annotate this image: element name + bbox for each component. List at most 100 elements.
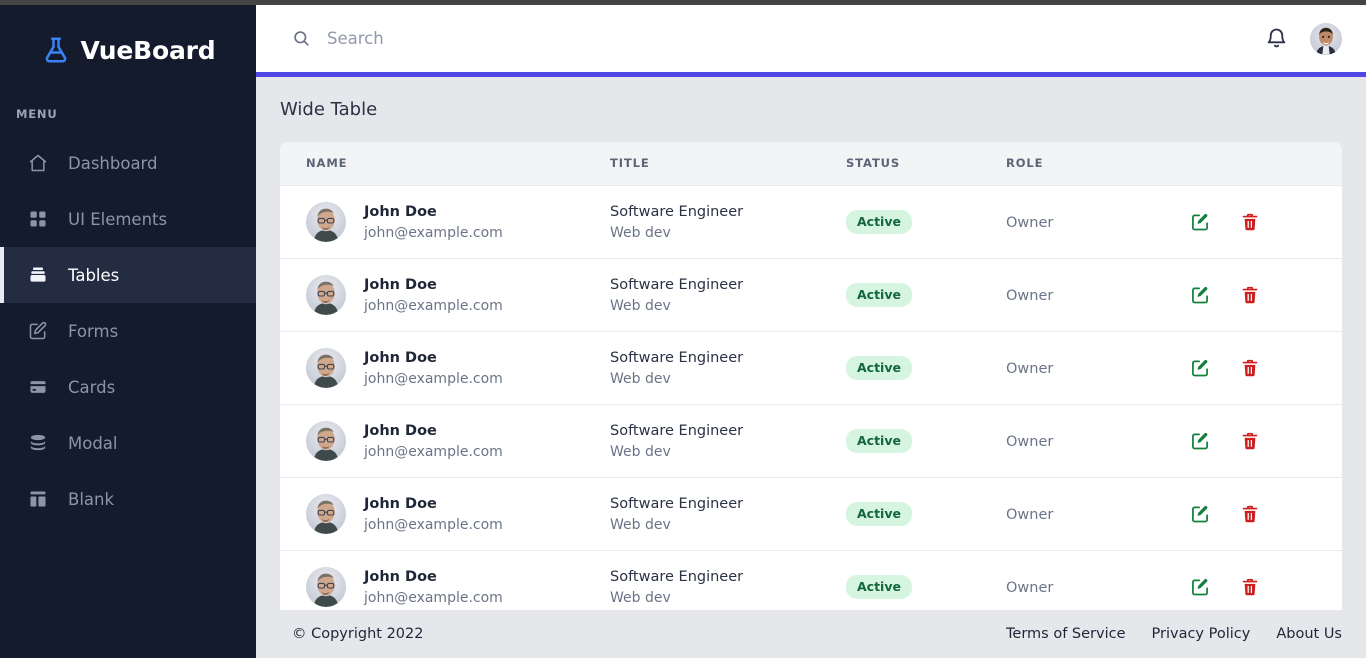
cell-role: Owner bbox=[1006, 477, 1186, 551]
role-text: Owner bbox=[1006, 361, 1054, 377]
cell-title: Software Engineer Web dev bbox=[610, 331, 846, 405]
header-accent-bar bbox=[256, 72, 1366, 77]
status-badge: Active bbox=[846, 501, 912, 526]
brand-logo[interactable]: VueBoard bbox=[0, 5, 256, 89]
trash-icon[interactable] bbox=[1240, 212, 1260, 232]
table-icon bbox=[30, 267, 46, 282]
role-text: Owner bbox=[1006, 580, 1054, 596]
person-email: john@example.com bbox=[364, 589, 503, 606]
edit-icon[interactable] bbox=[1190, 431, 1210, 451]
column-header-title: TITLE bbox=[610, 142, 846, 186]
cell-name: John Doe john@example.com bbox=[280, 331, 610, 405]
row-actions bbox=[1186, 285, 1342, 305]
column-header-name: NAME bbox=[280, 142, 610, 186]
cell-role: Owner bbox=[1006, 185, 1186, 259]
bell-icon[interactable] bbox=[1265, 27, 1288, 50]
cell-actions bbox=[1186, 477, 1342, 551]
person-name: John Doe bbox=[364, 568, 437, 585]
status-badge: Active bbox=[846, 355, 912, 380]
person-info: John Doe john@example.com bbox=[306, 566, 610, 608]
avatar-image bbox=[306, 420, 346, 461]
person-name: John Doe bbox=[364, 276, 437, 293]
cell-title: Software Engineer Web dev bbox=[610, 258, 846, 332]
layers-icon bbox=[30, 434, 46, 451]
sidebar-item-forms[interactable]: Forms bbox=[0, 303, 256, 359]
sidebar-item-modal[interactable]: Modal bbox=[0, 415, 256, 471]
edit-icon[interactable] bbox=[1190, 577, 1210, 597]
window-top-strip bbox=[0, 0, 1366, 5]
person-info: John Doe john@example.com bbox=[306, 493, 610, 535]
person-name: John Doe bbox=[364, 422, 437, 439]
table-row: John Doe john@example.com Software Engin… bbox=[280, 331, 1342, 405]
avatar[interactable] bbox=[1310, 22, 1342, 55]
sidebar-item-label: Cards bbox=[68, 377, 116, 397]
status-badge: Active bbox=[846, 282, 912, 307]
row-actions bbox=[1186, 577, 1342, 597]
sidebar-item-label: Modal bbox=[68, 433, 118, 453]
cell-role: Owner bbox=[1006, 404, 1186, 478]
sidebar-item-label: Forms bbox=[68, 321, 119, 341]
table-row: John Doe john@example.com Software Engin… bbox=[280, 404, 1342, 478]
edit-icon[interactable] bbox=[1190, 285, 1210, 305]
status-badge: Active bbox=[846, 209, 912, 234]
avatar-image bbox=[306, 274, 346, 315]
sidebar-item-blank[interactable]: Blank bbox=[0, 471, 256, 527]
trash-icon[interactable] bbox=[1240, 358, 1260, 378]
row-actions bbox=[1186, 431, 1342, 451]
trash-icon[interactable] bbox=[1240, 285, 1260, 305]
cell-title: Software Engineer Web dev bbox=[610, 404, 846, 478]
top-header bbox=[256, 5, 1366, 72]
cell-role: Owner bbox=[1006, 258, 1186, 332]
sidebar-item-dashboard[interactable]: Dashboard bbox=[0, 135, 256, 191]
edit-icon[interactable] bbox=[1190, 504, 1210, 524]
wide-table-card: NAME TITLE STATUS ROLE John Doe john@exa… bbox=[280, 142, 1342, 624]
row-avatar bbox=[306, 201, 346, 242]
sidebar-item-cards[interactable]: Cards bbox=[0, 359, 256, 415]
flask-icon bbox=[45, 37, 66, 63]
footer-link-privacy[interactable]: Privacy Policy bbox=[1152, 626, 1251, 642]
job-department: Web dev bbox=[610, 224, 671, 241]
job-department: Web dev bbox=[610, 297, 671, 314]
footer-link-about[interactable]: About Us bbox=[1276, 626, 1342, 642]
cell-actions bbox=[1186, 185, 1342, 259]
cell-name: John Doe john@example.com bbox=[280, 404, 610, 478]
sidebar-item-ui-elements[interactable]: UI Elements bbox=[0, 191, 256, 247]
brand-name: VueBoard bbox=[80, 35, 216, 65]
footer-link-terms[interactable]: Terms of Service bbox=[1006, 626, 1125, 642]
status-badge: Active bbox=[846, 428, 912, 453]
main-content: Wide Table NAME TITLE STATUS ROLE John D… bbox=[256, 77, 1366, 658]
row-actions bbox=[1186, 504, 1342, 524]
cell-status: Active bbox=[846, 185, 1006, 259]
edit-icon[interactable] bbox=[1190, 212, 1210, 232]
trash-icon[interactable] bbox=[1240, 577, 1260, 597]
search-input[interactable] bbox=[327, 29, 927, 48]
job-title: Software Engineer bbox=[610, 349, 744, 366]
search-bar[interactable] bbox=[292, 29, 1265, 48]
sidebar-nav: Dashboard UI Elements Tables Forms Cards… bbox=[0, 135, 256, 527]
job-department: Web dev bbox=[610, 370, 671, 387]
edit-square-icon bbox=[29, 321, 47, 340]
row-avatar bbox=[306, 347, 346, 388]
person-email: john@example.com bbox=[364, 224, 503, 241]
role-text: Owner bbox=[1006, 434, 1054, 450]
table-row: John Doe john@example.com Software Engin… bbox=[280, 477, 1342, 551]
job-title: Software Engineer bbox=[610, 276, 744, 293]
avatar-image bbox=[306, 566, 346, 607]
person-email: john@example.com bbox=[364, 370, 503, 387]
cell-name: John Doe john@example.com bbox=[280, 258, 610, 332]
layout-icon bbox=[30, 491, 46, 507]
cell-actions bbox=[1186, 258, 1342, 332]
job-title: Software Engineer bbox=[610, 422, 744, 439]
cell-status: Active bbox=[846, 477, 1006, 551]
trash-icon[interactable] bbox=[1240, 431, 1260, 451]
job-department: Web dev bbox=[610, 589, 671, 606]
avatar-image bbox=[306, 347, 346, 388]
search-icon bbox=[294, 31, 309, 46]
cell-status: Active bbox=[846, 404, 1006, 478]
trash-icon[interactable] bbox=[1240, 504, 1260, 524]
sidebar-item-tables[interactable]: Tables bbox=[0, 247, 256, 303]
copyright-text: © Copyright 2022 bbox=[292, 626, 424, 642]
table-body: John Doe john@example.com Software Engin… bbox=[280, 185, 1342, 624]
job-title: Software Engineer bbox=[610, 568, 744, 585]
edit-icon[interactable] bbox=[1190, 358, 1210, 378]
